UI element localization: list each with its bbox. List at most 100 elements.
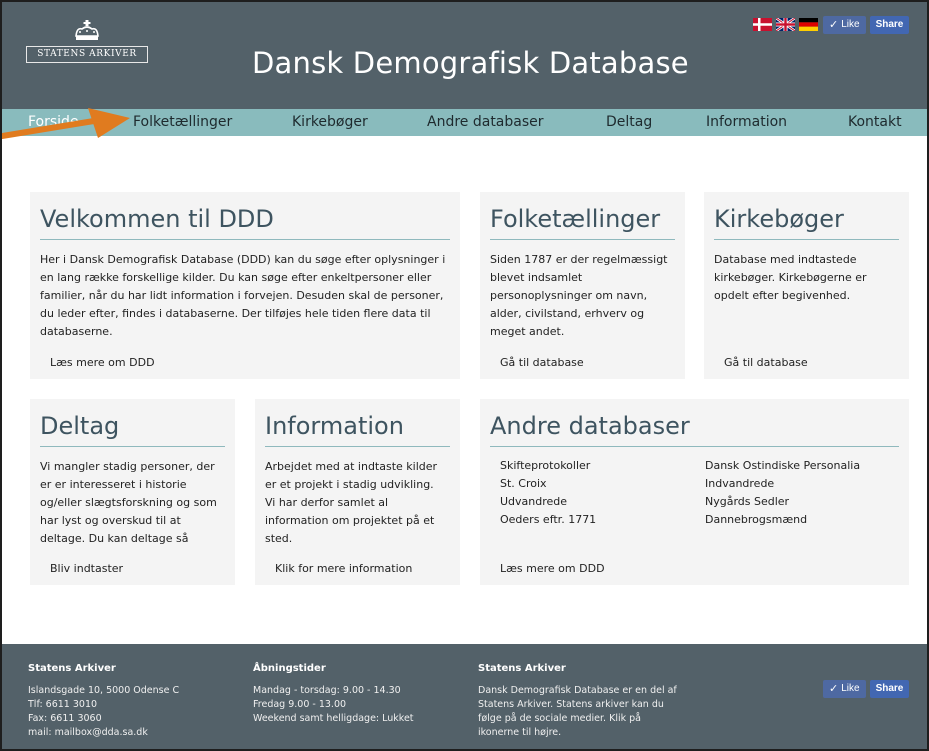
other-read-more-link[interactable]: Læs mere om DDD (500, 562, 605, 575)
text-line: Vi mangler stadig personer, der (40, 460, 215, 473)
text-line: familier, når du har lidt information i … (40, 289, 444, 302)
other-databases-list-right: Dansk Ostindiske Personalia Indvandrede … (705, 457, 860, 529)
checkmark-icon: ✓ (829, 683, 839, 695)
german-flag-icon[interactable] (799, 18, 818, 31)
database-link[interactable]: Dansk Ostindiske Personalia (705, 457, 860, 475)
church-books-card: Kirkebøger Database med indtastede kirke… (704, 192, 909, 379)
database-link[interactable]: Nygårds Sedler (705, 493, 860, 511)
database-link[interactable]: Indvandrede (705, 475, 860, 493)
church-books-text: Database med indtastede kirkebøger. Kirk… (704, 240, 909, 305)
orange-arrow-icon (2, 108, 130, 139)
site-header: Statens Arkiver Dansk Demografisk Databa… (2, 2, 927, 109)
participate-text: Vi mangler stadig personer, der er er in… (30, 447, 235, 545)
site-title: Dansk Demografisk Database (252, 46, 689, 80)
nav-item-information[interactable]: Information (706, 114, 787, 130)
nav-item-kirkeboger[interactable]: Kirkebøger (292, 114, 368, 130)
census-database-link[interactable]: Gå til database (500, 356, 584, 369)
footer-line: Tlf: 6611 3010 (28, 699, 98, 710)
footer-line: Islandsgade 10, 5000 Odense C (28, 685, 180, 696)
browser-frame: Statens Arkiver Dansk Demografisk Databa… (0, 0, 929, 751)
participate-title: Deltag (40, 412, 225, 447)
footer-opening-hours: Åbningstider Mandag - torsdag: 9.00 - 14… (253, 662, 414, 726)
census-card: Folketællinger Siden 1787 er der regelmæ… (480, 192, 685, 379)
checkmark-icon: ✓ (829, 19, 839, 31)
text-line: blevet indsamlet (490, 271, 583, 284)
facebook-share-button[interactable]: Share (869, 16, 910, 34)
like-label: Like (841, 683, 860, 694)
footer-email-link[interactable]: mail: mailbox@dda.sa.dk (28, 726, 179, 740)
footer-line: ikonerne til højre. (478, 727, 562, 738)
text-line: Siden 1787 er der regelmæssigt (490, 253, 668, 266)
facebook-like-button[interactable]: ✓ Like (823, 680, 866, 698)
text-line: Vi har derfor samlet al (265, 496, 389, 509)
welcome-text: Her i Dansk Demografisk Database (DDD) k… (30, 240, 460, 341)
text-line: databaserne. (40, 325, 113, 338)
church-books-title: Kirkebøger (714, 205, 899, 240)
footer-heading: Statens Arkiver (28, 663, 116, 674)
footer-line: Fredag 9.00 - 13.00 (253, 699, 347, 710)
like-label: Like (841, 19, 860, 30)
more-information-link[interactable]: Klik for mere information (275, 562, 412, 575)
text-line: sted. (265, 532, 293, 545)
text-line: er et projekt i stadig udvikling. (265, 478, 434, 491)
database-link[interactable]: Dannebrogsmænd (705, 511, 860, 529)
text-line: kirkebøger. Kirkebøgerne er (714, 271, 867, 284)
census-title: Folketællinger (490, 205, 675, 240)
footer-line: Dansk Demografisk Database er en del af (478, 685, 677, 696)
information-text: Arbejdet med at indtaste kilder er et pr… (255, 447, 460, 548)
facebook-like-button[interactable]: ✓ Like (823, 16, 866, 34)
other-databases-list-left: Skifteprotokoller St. Croix Udvandrede O… (500, 457, 596, 529)
text-line: opdelt efter begivenhed. (714, 289, 851, 302)
text-line: information om projektet på et (265, 514, 435, 527)
text-line: du leder efter, findes i databaserne. De… (40, 307, 431, 320)
become-typist-link[interactable]: Bliv indtaster (50, 562, 123, 575)
nav-item-deltag[interactable]: Deltag (606, 114, 652, 130)
facebook-share-button[interactable]: Share (869, 680, 910, 698)
text-line: har lyst og overskud til at (40, 514, 181, 527)
logo-text: Statens Arkiver (26, 46, 148, 63)
census-text: Siden 1787 er der regelmæssigt blevet in… (480, 240, 685, 341)
facebook-buttons-header: ✓ Like Share (823, 16, 910, 34)
footer-line: følge på de sociale medier. Klik på (478, 713, 641, 724)
text-line: meget andet. (490, 325, 565, 338)
footer-line: Mandag - torsdag: 9.00 - 14.30 (253, 685, 401, 696)
participate-card: Deltag Vi mangler stadig personer, der e… (30, 399, 235, 585)
text-line: er er interesseret i historie (40, 478, 187, 491)
text-line: Arbejdet med at indtaste kilder (265, 460, 438, 473)
text-line: en lang række forskellige kilder. Du kan… (40, 271, 432, 284)
statens-arkiver-logo[interactable]: Statens Arkiver (26, 20, 148, 66)
text-line: Database med indtastede (714, 253, 857, 266)
danish-flag-icon[interactable] (753, 18, 772, 31)
other-databases-title: Andre databaser (490, 412, 899, 447)
text-line: Her i Dansk Demografisk Database (DDD) k… (40, 253, 446, 266)
main-nav: Forside Folketællinger Kirkebøger Andre … (2, 109, 927, 136)
other-databases-card: Andre databaser Skifteprotokoller St. Cr… (480, 399, 909, 585)
database-link[interactable]: St. Croix (500, 475, 596, 493)
information-card: Information Arbejdet med at indtaste kil… (255, 399, 460, 585)
text-line: personoplysninger om navn, (490, 289, 648, 302)
nav-item-kontakt[interactable]: Kontakt (848, 114, 902, 130)
database-link[interactable]: Udvandrede (500, 493, 596, 511)
welcome-title: Velkommen til DDD (40, 205, 450, 240)
welcome-card: Velkommen til DDD Her i Dansk Demografis… (30, 192, 460, 379)
text-line: deltage. Du kan deltage så (40, 532, 189, 545)
facebook-buttons-footer: ✓ Like Share (823, 680, 910, 698)
database-link[interactable]: Skifteprotokoller (500, 457, 596, 475)
nav-item-folketaellinger[interactable]: Folketællinger (133, 114, 232, 130)
footer-line: Statens Arkiver. Statens arkiver kan du (478, 699, 664, 710)
footer-contact: Statens Arkiver Islandsgade 10, 5000 Ode… (28, 662, 179, 740)
footer-heading: Åbningstider (253, 663, 326, 674)
database-link[interactable]: Oeders eftr. 1771 (500, 511, 596, 529)
text-line: alder, civilstand, erhverv og (490, 307, 645, 320)
crown-icon (75, 20, 99, 40)
footer-about: Statens Arkiver Dansk Demografisk Databa… (478, 662, 677, 740)
nav-item-andre-databaser[interactable]: Andre databaser (427, 114, 544, 130)
read-more-ddd-link[interactable]: Læs mere om DDD (50, 356, 155, 369)
language-flags (753, 18, 818, 32)
church-books-database-link[interactable]: Gå til database (724, 356, 808, 369)
footer-heading: Statens Arkiver (478, 663, 566, 674)
footer-line: Fax: 6611 3060 (28, 713, 102, 724)
uk-flag-icon[interactable] (776, 18, 795, 31)
site-footer: Statens Arkiver Islandsgade 10, 5000 Ode… (2, 644, 927, 749)
information-title: Information (265, 412, 450, 447)
